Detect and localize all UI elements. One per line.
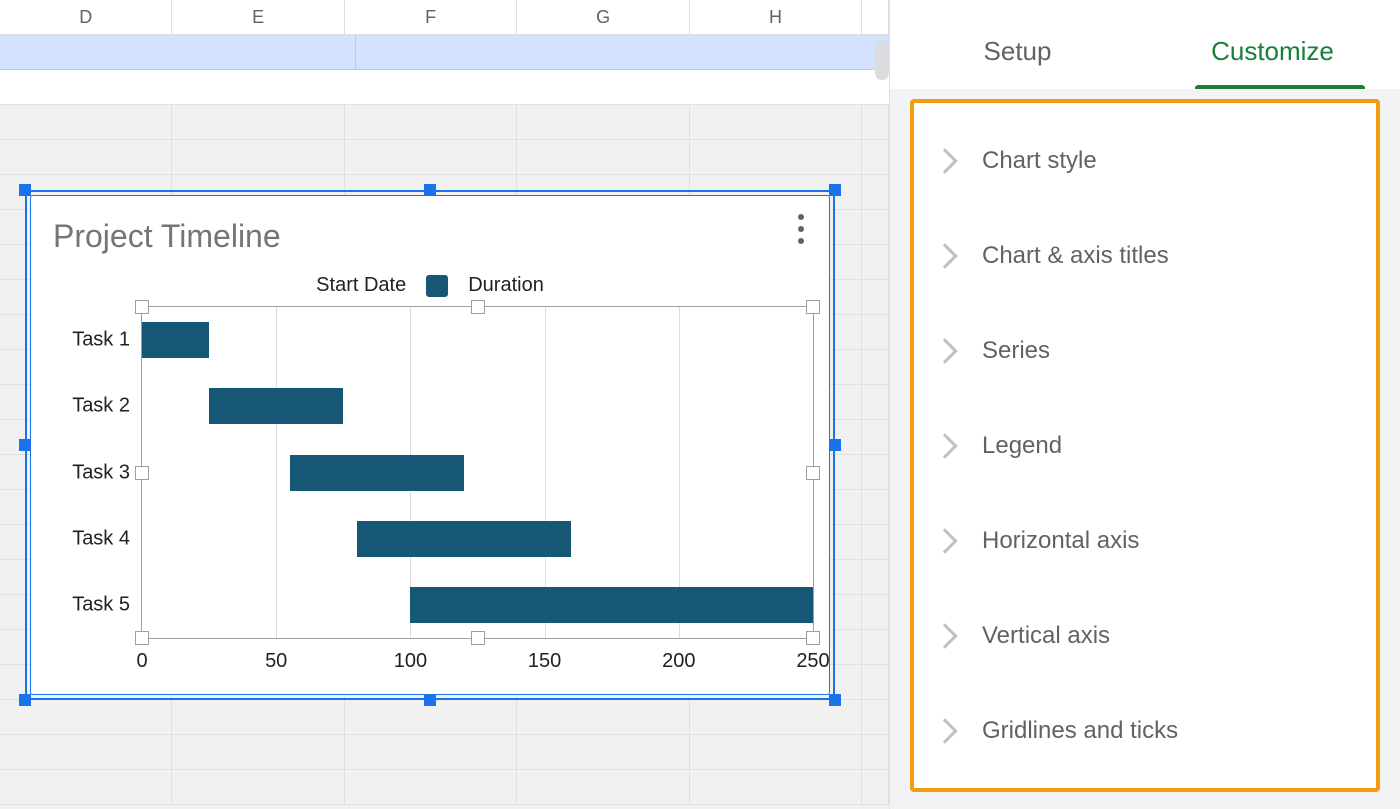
accordion-label: Chart style: [982, 147, 1097, 175]
chart-legend: Start Date Duration: [31, 274, 829, 297]
spreadsheet-area[interactable]: D E F G H Project Timeline: [0, 0, 890, 809]
accordion-item[interactable]: Legend: [914, 398, 1376, 493]
chevron-right-icon: [932, 338, 957, 363]
accordion-label: Chart & axis titles: [982, 242, 1169, 270]
scrollbar-thumb[interactable]: [875, 40, 889, 80]
chevron-right-icon: [932, 623, 957, 648]
chart-bar: [142, 322, 209, 358]
chart-canvas[interactable]: Project Timeline Start Date Duration: [30, 195, 830, 695]
chevron-right-icon: [932, 148, 957, 173]
accordion-label: Vertical axis: [982, 622, 1110, 650]
chevron-right-icon: [932, 243, 957, 268]
accordion-label: Gridlines and ticks: [982, 717, 1178, 745]
tab-customize[interactable]: Customize: [1145, 36, 1400, 85]
chart-bar: [209, 388, 343, 424]
col-header[interactable]: E: [172, 0, 344, 35]
y-tick-label: Task 4: [72, 527, 130, 550]
col-header[interactable]: H: [690, 0, 862, 35]
x-tick-label: 100: [394, 650, 427, 673]
accordion-item[interactable]: Chart & axis titles: [914, 208, 1376, 303]
col-header[interactable]: [862, 0, 889, 35]
accordion-item[interactable]: Series: [914, 303, 1376, 398]
col-header[interactable]: G: [517, 0, 689, 35]
col-header[interactable]: F: [345, 0, 517, 35]
chart-menu-button[interactable]: [791, 214, 811, 244]
y-tick-label: Task 1: [72, 329, 130, 352]
chevron-right-icon: [932, 528, 957, 553]
legend-label: Start Date: [316, 274, 406, 297]
chart-editor-panel: Setup Customize Chart style Chart & axis …: [890, 0, 1400, 809]
accordion-label: Series: [982, 337, 1050, 365]
x-tick-label: 150: [528, 650, 561, 673]
chart-plot-area: 050100150200250Task 1Task 2Task 3Task 4T…: [141, 306, 814, 639]
chevron-right-icon: [932, 433, 957, 458]
selected-row[interactable]: [0, 35, 889, 70]
x-tick-label: 250: [796, 650, 829, 673]
chart-title: Project Timeline: [53, 218, 281, 255]
col-header[interactable]: D: [0, 0, 172, 35]
x-tick-label: 50: [265, 650, 287, 673]
tab-setup[interactable]: Setup: [890, 36, 1145, 85]
chart-object[interactable]: Project Timeline Start Date Duration: [25, 190, 835, 700]
accordion-item[interactable]: Vertical axis: [914, 588, 1376, 683]
x-tick-label: 0: [136, 650, 147, 673]
legend-swatch: [426, 275, 448, 297]
chevron-right-icon: [932, 718, 957, 743]
y-tick-label: Task 2: [72, 395, 130, 418]
column-headers: D E F G H: [0, 0, 889, 35]
y-tick-label: Task 3: [72, 461, 130, 484]
row[interactable]: [0, 70, 889, 105]
accordion-item[interactable]: Horizontal axis: [914, 493, 1376, 588]
x-tick-label: 200: [662, 650, 695, 673]
accordion-label: Legend: [982, 432, 1062, 460]
accordion-item[interactable]: Chart style: [914, 113, 1376, 208]
accordion-item[interactable]: Gridlines and ticks: [914, 683, 1376, 778]
customize-sections: Chart style Chart & axis titles Series Lege…: [910, 99, 1380, 792]
chart-bar: [290, 455, 464, 491]
chart-bar: [410, 587, 813, 623]
chart-editor-tabs: Setup Customize: [890, 0, 1400, 85]
accordion-label: Horizontal axis: [982, 527, 1139, 555]
chart-bar: [357, 521, 572, 557]
legend-label: Duration: [468, 274, 544, 297]
y-tick-label: Task 5: [72, 593, 130, 616]
